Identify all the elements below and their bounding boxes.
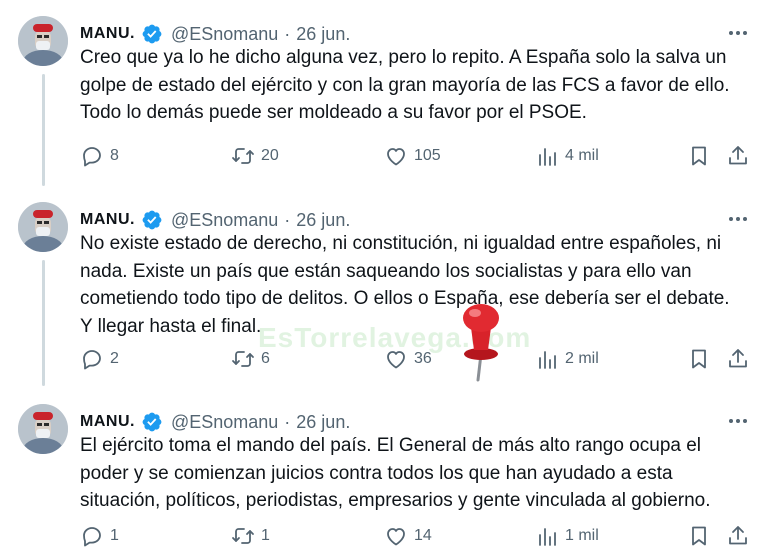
views-count: 1 mil [565, 527, 599, 544]
more-horizontal-icon[interactable] [726, 208, 750, 230]
tweet-header: MANU. @ESnomanu · 26 jun. [80, 410, 350, 434]
tweet-text-line: El ejército toma el mando del país. El G… [80, 435, 702, 456]
retweet-icon [231, 144, 255, 168]
tweet-text-line: Creo que ya lo he dicho alguna vez, pero… [80, 47, 727, 68]
reply-button[interactable]: 2 [80, 346, 119, 372]
tweet-text-line: No existe estado de derecho, ni constitu… [80, 233, 722, 254]
bookmark-button[interactable] [687, 346, 711, 372]
user-handle[interactable]: @ESnomanu [171, 24, 278, 45]
bookmark-icon [687, 347, 711, 371]
separator-dot: · [284, 209, 291, 230]
retweet-count: 20 [261, 147, 279, 164]
separator-dot: · [284, 411, 291, 432]
display-name[interactable]: MANU. [80, 25, 135, 43]
reply-icon [80, 144, 104, 168]
reply-count: 1 [110, 527, 119, 544]
tweet-text-line: golpe de estado del ejército y con la gr… [80, 74, 730, 96]
retweet-button[interactable]: 1 [231, 523, 270, 549]
views-button[interactable]: 2 mil [535, 346, 599, 372]
views-button[interactable]: 4 mil [535, 143, 599, 169]
share-icon [726, 144, 750, 168]
share-icon [726, 524, 750, 548]
avatar[interactable] [18, 202, 68, 252]
heart-icon [384, 144, 408, 168]
avatar[interactable] [18, 16, 68, 66]
tweet-text: El ejército toma el mando del país. El G… [80, 432, 760, 515]
separator-dot: · [284, 23, 291, 44]
user-handle[interactable]: @ESnomanu [171, 412, 278, 433]
bookmark-icon [687, 144, 711, 168]
tweet-text: Creo que ya lo he dicho alguna vez, pero… [80, 44, 760, 127]
tweet-actions: 1 1 14 1 mil [0, 523, 768, 549]
reply-count: 2 [110, 350, 119, 367]
verified-badge-icon [141, 411, 163, 433]
thread-connector [42, 74, 45, 186]
retweet-icon [231, 347, 255, 371]
tweet-date[interactable]: 26 jun. [296, 210, 350, 231]
views-chart-icon [535, 347, 559, 371]
views-chart-icon [535, 144, 559, 168]
like-count: 105 [414, 147, 441, 164]
retweet-button[interactable]: 20 [231, 143, 279, 169]
like-button[interactable]: 105 [384, 143, 441, 169]
display-name[interactable]: MANU. [80, 211, 135, 229]
more-horizontal-icon[interactable] [726, 22, 750, 44]
tweet-date[interactable]: 26 jun. [296, 24, 350, 45]
verified-badge-icon [141, 209, 163, 231]
tweet-text-line: Todo lo demás puede ser moldeado a su fa… [80, 102, 587, 123]
views-count: 2 mil [565, 350, 599, 367]
views-button[interactable]: 1 mil [535, 523, 599, 549]
views-count: 4 mil [565, 147, 599, 164]
tweet-date[interactable]: 26 jun. [296, 412, 350, 433]
verified-badge-icon [141, 23, 163, 45]
reply-icon [80, 524, 104, 548]
bookmark-button[interactable] [687, 523, 711, 549]
reply-icon [80, 347, 104, 371]
user-handle[interactable]: @ESnomanu [171, 210, 278, 231]
retweet-count: 1 [261, 527, 270, 544]
share-button[interactable] [726, 143, 750, 169]
heart-icon [384, 524, 408, 548]
retweet-icon [231, 524, 255, 548]
tweet-text-line: situación, políticos, periodistas, empre… [80, 490, 711, 511]
like-button[interactable]: 14 [384, 523, 432, 549]
tweet-text-line: poder y se comienzan juicios contra todo… [80, 462, 673, 484]
tweet-header: MANU. @ESnomanu · 26 jun. [80, 22, 350, 46]
tweet-actions: 8 20 105 4 mil [0, 143, 768, 169]
tweet-text-line: nada. Existe un país que están saqueando… [80, 260, 692, 282]
more-horizontal-icon[interactable] [726, 410, 750, 432]
tweet-text-line: cometiendo todo tipo de delitos. O ellos… [80, 288, 730, 309]
like-count: 14 [414, 527, 432, 544]
share-button[interactable] [726, 523, 750, 549]
pushpin-icon [448, 298, 514, 384]
reply-button[interactable]: 8 [80, 143, 119, 169]
display-name[interactable]: MANU. [80, 413, 135, 431]
bookmark-button[interactable] [687, 143, 711, 169]
bookmark-icon [687, 524, 711, 548]
share-button[interactable] [726, 346, 750, 372]
avatar[interactable] [18, 404, 68, 454]
reply-count: 8 [110, 147, 119, 164]
tweet-header: MANU. @ESnomanu · 26 jun. [80, 208, 350, 232]
reply-button[interactable]: 1 [80, 523, 119, 549]
views-chart-icon [535, 524, 559, 548]
share-icon [726, 347, 750, 371]
